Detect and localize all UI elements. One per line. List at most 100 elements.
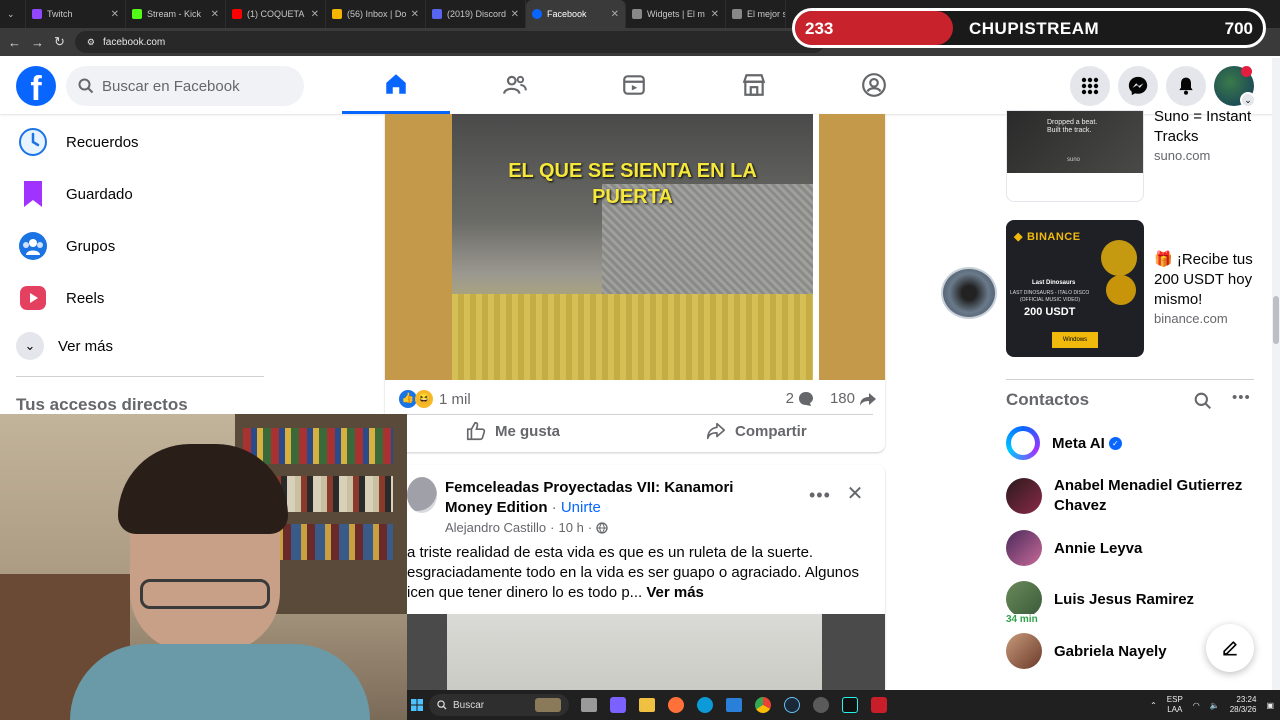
- scrollbar-thumb[interactable]: [1273, 296, 1279, 344]
- facebook-favicon-icon: [532, 9, 542, 19]
- tray-chevron-icon[interactable]: ⌃: [1150, 701, 1157, 710]
- avatar[interactable]: [407, 477, 437, 513]
- sidebar-item-reels[interactable]: Reels: [16, 276, 104, 320]
- browser-tab[interactable]: Widgets | El m ✕: [626, 0, 726, 28]
- overlay-left-count: 233: [805, 19, 834, 38]
- tab-video[interactable]: [580, 56, 688, 114]
- search-input[interactable]: Buscar en Facebook: [66, 66, 304, 106]
- more-options-icon[interactable]: •••: [809, 485, 831, 506]
- close-icon[interactable]: ✕: [411, 9, 419, 20]
- back-arrow-icon[interactable]: ←: [8, 35, 21, 50]
- share-icon: [706, 422, 726, 440]
- chevron-down-icon[interactable]: ⌄: [1240, 92, 1256, 108]
- notification-dot: [1241, 66, 1252, 77]
- tab-gaming[interactable]: [820, 56, 928, 114]
- tab-marketplace[interactable]: [700, 56, 808, 114]
- sidebar-item-recuerdos[interactable]: Recuerdos: [16, 120, 139, 164]
- taskbar-search[interactable]: Buscar: [429, 694, 569, 716]
- binance-logo: ◆ BINANCE: [1014, 230, 1081, 244]
- kick-favicon-icon: [132, 9, 142, 19]
- contact-item[interactable]: Meta AI ✓: [1006, 425, 1264, 461]
- task-view-icon[interactable]: [581, 698, 597, 712]
- close-icon[interactable]: ✕: [711, 9, 719, 20]
- close-icon[interactable]: ✕: [111, 9, 119, 20]
- browser-tab-active[interactable]: Facebook ✕: [526, 0, 626, 28]
- ad-title[interactable]: 🎁 ¡Recibe tus 200 USDT hoy mismo!: [1154, 250, 1264, 310]
- file-explorer-icon[interactable]: [639, 698, 655, 712]
- url-field[interactable]: ⚙ facebook.com: [74, 31, 825, 53]
- mail-favicon-icon: [332, 9, 342, 19]
- mail-icon[interactable]: [726, 698, 742, 712]
- contact-item[interactable]: Anabel Menadiel Gutierrez Chavez: [1006, 476, 1264, 516]
- avatar: [1006, 530, 1042, 566]
- search-icon[interactable]: [1194, 392, 1212, 410]
- coin-graphic: [1106, 275, 1136, 305]
- close-icon[interactable]: ✕: [611, 9, 619, 20]
- chrome-icon[interactable]: [755, 697, 771, 713]
- app-icon[interactable]: [871, 697, 887, 713]
- comment-icon: [798, 391, 813, 406]
- post-video[interactable]: EL QUE SE SIENTA EN LA PUERTA: [385, 114, 885, 380]
- reactions-summary[interactable]: 👍 😆 1 mil: [399, 390, 471, 408]
- teams-icon[interactable]: [610, 697, 626, 713]
- site-info-icon[interactable]: ⚙: [87, 37, 95, 48]
- browser-tab[interactable]: (1) COQUETA ✕: [226, 0, 326, 28]
- browser-tab[interactable]: Twitch ✕: [26, 0, 126, 28]
- contact-item[interactable]: 34 min Luis Jesus Ramirez: [1004, 581, 1264, 625]
- share-button[interactable]: Compartir: [705, 420, 807, 442]
- clock[interactable]: 23:24 28/3/26: [1230, 695, 1257, 715]
- more-options-icon[interactable]: •••: [1232, 389, 1251, 406]
- facebook-logo[interactable]: f: [16, 66, 56, 106]
- browser-tab[interactable]: El mejor so: [726, 0, 786, 28]
- steam-icon[interactable]: [784, 697, 800, 713]
- contact-item[interactable]: Annie Leyva: [1006, 530, 1264, 566]
- browser-tab[interactable]: (2019) Discord ✕: [426, 0, 526, 28]
- reload-icon[interactable]: ↻: [54, 34, 65, 50]
- firefox-icon[interactable]: [668, 697, 684, 713]
- tab-friends[interactable]: [461, 56, 569, 114]
- wifi-icon[interactable]: ◠: [1193, 701, 1200, 710]
- close-icon[interactable]: ✕: [511, 9, 519, 20]
- engagement-counts[interactable]: 2 180: [786, 390, 877, 407]
- scrollbar[interactable]: [1272, 58, 1280, 690]
- see-more-link[interactable]: Ver más: [646, 584, 704, 601]
- contacts-title: Contactos: [1006, 390, 1090, 409]
- notifications-button[interactable]: [1166, 66, 1206, 106]
- sidebar-item-guardado[interactable]: Guardado: [16, 172, 133, 216]
- ad-title[interactable]: Suno = Instant Tracks: [1154, 107, 1264, 147]
- tab-home[interactable]: [342, 56, 450, 114]
- post-time[interactable]: 10 h: [559, 520, 584, 535]
- avatar: 34 min: [1004, 581, 1042, 625]
- meta-ai-icon: [1006, 426, 1040, 460]
- browser-tab[interactable]: (56) Inbox | Do ✕: [326, 0, 426, 28]
- new-message-button[interactable]: [1206, 624, 1254, 672]
- volume-icon[interactable]: 🔈: [1210, 701, 1220, 710]
- browser-tab[interactable]: Stream - Kick ✕: [126, 0, 226, 28]
- messenger-button[interactable]: [1118, 66, 1158, 106]
- right-sidebar: Dropped a beat. Built the track. suno Su…: [1004, 108, 1270, 690]
- tab-list-button[interactable]: ⌄: [0, 0, 26, 28]
- overlay-right-count: 700: [1224, 19, 1253, 38]
- like-button[interactable]: Me gusta: [465, 420, 560, 442]
- start-icon[interactable]: [407, 690, 427, 720]
- language-indicator[interactable]: ESP LAA: [1167, 695, 1183, 715]
- menu-button[interactable]: [1070, 66, 1110, 106]
- see-more-button[interactable]: ⌄ Ver más: [16, 324, 113, 368]
- ad-suno[interactable]: Dropped a beat. Built the track. suno: [1006, 110, 1144, 202]
- music-disc-widget[interactable]: [941, 267, 997, 319]
- close-icon[interactable]: ✕: [311, 9, 319, 20]
- join-group-link[interactable]: Unirte: [561, 499, 601, 516]
- author-name[interactable]: Alejandro Castillo: [445, 520, 546, 535]
- video-icon: [623, 75, 645, 95]
- notification-center-icon[interactable]: ▣: [1266, 701, 1274, 710]
- thumbs-up-icon: [466, 421, 486, 441]
- obs-icon[interactable]: [813, 697, 829, 713]
- ad-binance[interactable]: ◆ BINANCE Last Dinosaurs LAST DINOSAURS -…: [1006, 220, 1144, 357]
- close-icon[interactable]: ✕: [211, 9, 219, 20]
- tiktok-icon[interactable]: [842, 697, 858, 713]
- forward-arrow-icon[interactable]: →: [31, 35, 44, 50]
- sidebar-item-grupos[interactable]: Grupos: [16, 224, 115, 268]
- edge-icon[interactable]: [697, 697, 713, 713]
- close-icon[interactable]: ✕: [841, 479, 869, 507]
- home-icon: [386, 73, 406, 94]
